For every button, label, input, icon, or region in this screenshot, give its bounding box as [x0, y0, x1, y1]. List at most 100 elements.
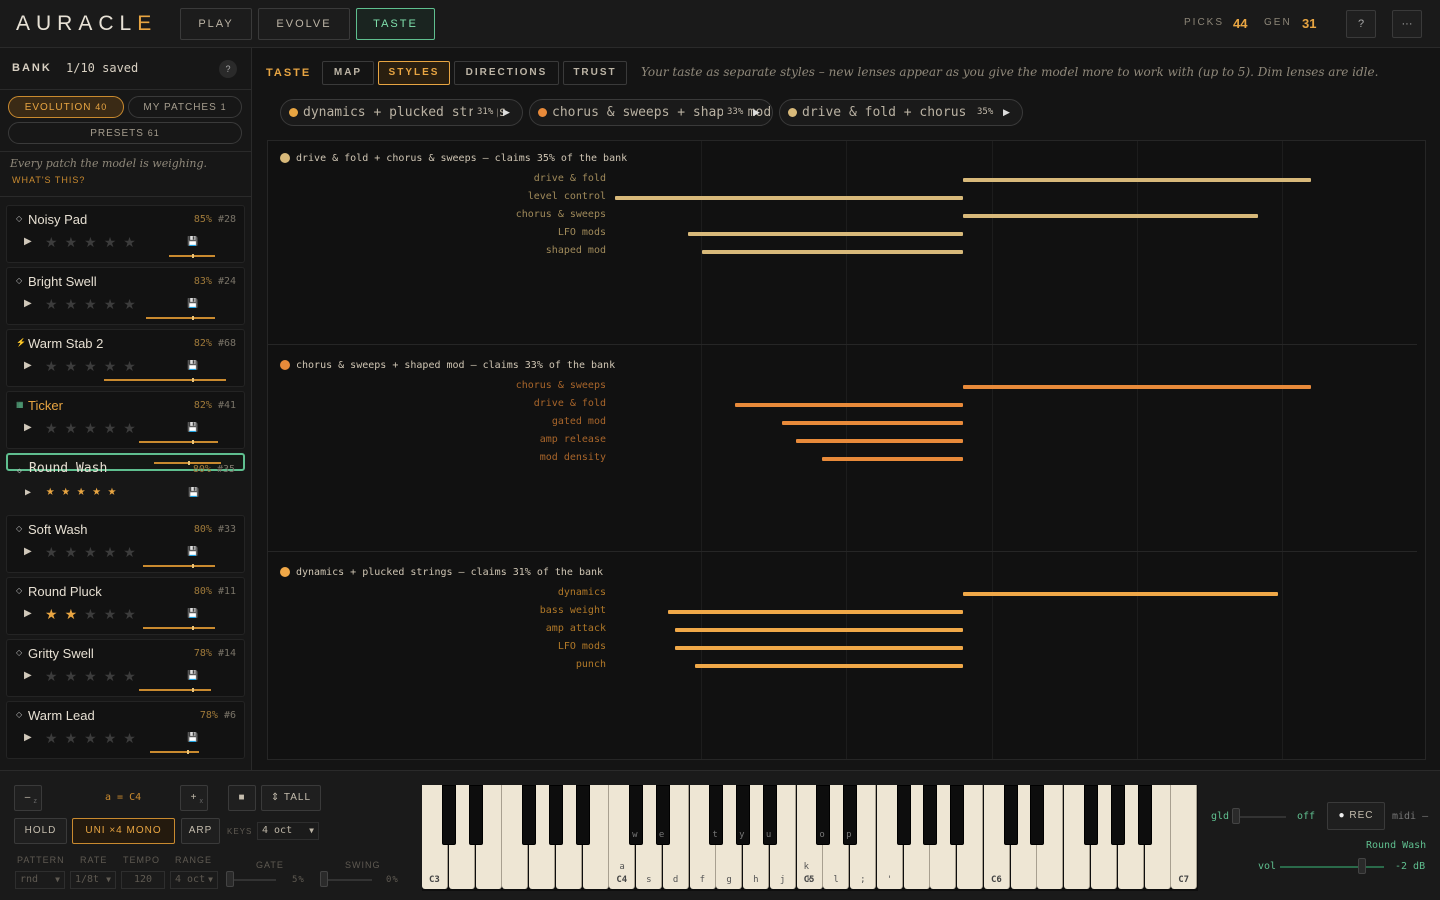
star-icon[interactable]: ★ [104, 730, 124, 746]
patch-card[interactable]: ◇ Warm Lead 78% #6 ▶ ★★★★★ 💾 [6, 701, 245, 759]
star-icon[interactable]: ★ [104, 606, 124, 622]
play-icon[interactable]: ▶ [24, 546, 32, 557]
star-icon[interactable]: ★ [92, 483, 107, 499]
star-icon[interactable]: ★ [84, 296, 104, 312]
bank-help-icon[interactable]: ? [219, 60, 237, 78]
black-key[interactable] [896, 785, 911, 845]
black-key[interactable] [950, 785, 965, 845]
rating-stars[interactable]: ★★★★★ [45, 606, 143, 623]
patch-card[interactable]: ◇ Soft Wash 80% #33 ▶ ★★★★★ 💾 [6, 515, 245, 573]
star-icon[interactable]: ★ [65, 668, 85, 684]
save-icon[interactable]: 💾 [187, 546, 198, 557]
range-select[interactable]: 4 oct ▼ [170, 871, 218, 889]
save-icon[interactable]: 💾 [188, 485, 199, 501]
star-icon[interactable]: ★ [45, 234, 65, 250]
black-key[interactable] [522, 785, 537, 845]
star-icon[interactable]: ★ [65, 420, 85, 436]
play-icon[interactable]: ▶ [24, 422, 32, 433]
volume-slider[interactable] [1280, 866, 1384, 868]
save-icon[interactable]: 💾 [187, 422, 198, 433]
save-icon[interactable]: 💾 [187, 608, 198, 619]
rate-select[interactable]: 1/8t ▼ [70, 871, 116, 889]
black-key[interactable] [1084, 785, 1098, 845]
star-icon[interactable]: ★ [104, 296, 124, 312]
star-icon[interactable]: ★ [84, 668, 104, 684]
glide-slider[interactable] [1236, 816, 1286, 818]
subtab-trust[interactable]: TRUST [563, 61, 627, 85]
star-icon[interactable]: ★ [123, 544, 143, 560]
star-icon[interactable]: ★ [45, 296, 65, 312]
rating-stars[interactable]: ★★★★★ [45, 358, 143, 375]
stop-button[interactable]: ■ [228, 785, 256, 811]
star-icon[interactable]: ★ [123, 730, 143, 746]
rating-stars[interactable]: ★★★★★ [46, 483, 123, 499]
arp-button[interactable]: ARP [181, 818, 220, 844]
star-icon[interactable]: ★ [108, 483, 123, 499]
patch-card[interactable]: ◇ Noisy Pad 85% #28 ▶ ★★★★★ 💾 [6, 205, 245, 263]
rating-stars[interactable]: ★★★★★ [45, 730, 143, 747]
black-key[interactable] [1003, 785, 1018, 845]
tab-play[interactable]: PLAY [180, 8, 252, 40]
star-icon[interactable]: ★ [61, 483, 76, 499]
black-key[interactable] [923, 785, 938, 845]
octave-down-button[interactable]: – z [14, 785, 42, 811]
gate-slider[interactable] [232, 879, 276, 881]
filter-presets[interactable]: PRESETS 61 [8, 122, 242, 144]
star-icon[interactable]: ★ [104, 544, 124, 560]
lens-chip-chorus[interactable]: chorus & sweeps + shaped mod 33% ▶ [529, 99, 773, 126]
more-button[interactable]: ··· [1392, 10, 1422, 38]
filter-my-patches[interactable]: MY PATCHES 1 [128, 96, 242, 118]
star-icon[interactable]: ★ [45, 544, 65, 560]
save-icon[interactable]: 💾 [187, 670, 198, 681]
help-button[interactable]: ? [1346, 10, 1376, 38]
star-icon[interactable]: ★ [45, 668, 65, 684]
star-icon[interactable]: ★ [77, 483, 92, 499]
black-key[interactable] [1137, 785, 1152, 845]
play-icon[interactable]: ▶ [24, 236, 32, 247]
star-icon[interactable]: ★ [84, 234, 104, 250]
patch-card[interactable]: ◇ Gritty Swell 78% #14 ▶ ★★★★★ 💾 [6, 639, 245, 697]
tab-evolve[interactable]: EVOLVE [258, 8, 350, 40]
swing-slider[interactable] [326, 879, 372, 881]
record-button[interactable]: ● REC [1327, 802, 1385, 830]
pattern-select[interactable]: rnd ▼ [15, 871, 65, 889]
voice-mode-button[interactable]: UNI ×4 MONO [72, 818, 175, 844]
star-icon[interactable]: ★ [104, 358, 124, 374]
volume-knob[interactable] [1358, 858, 1366, 874]
subtab-map[interactable]: MAP [322, 61, 374, 85]
tempo-field[interactable]: 120 [121, 871, 165, 889]
star-icon[interactable]: ★ [84, 606, 104, 622]
rating-stars[interactable]: ★★★★★ [45, 234, 143, 251]
gate-knob[interactable] [226, 871, 234, 887]
play-icon[interactable]: ▶ [24, 298, 32, 309]
rating-stars[interactable]: ★★★★★ [45, 420, 143, 437]
star-icon[interactable]: ★ [65, 296, 85, 312]
patch-card[interactable]: ◇ Round Wash 80% #35 ▶ ★★★★★ 💾 [6, 453, 245, 499]
keys-select[interactable]: 4 oct ▼ [257, 822, 319, 840]
play-icon[interactable]: ▶ [24, 608, 32, 619]
lens-chip-dynamics[interactable]: dynamics + plucked strings 31% ▶ [280, 99, 523, 126]
star-icon[interactable]: ★ [84, 730, 104, 746]
piano-keyboard[interactable]: C3 C4 C5 C6 C7 a s d f g h j k l; ' k w e t y u o p [422, 785, 1198, 891]
rating-stars[interactable]: ★★★★★ [45, 296, 143, 313]
glide-knob[interactable] [1232, 808, 1240, 824]
star-icon[interactable]: ★ [123, 234, 143, 250]
star-icon[interactable]: ★ [45, 420, 65, 436]
play-icon[interactable]: ▶ [24, 732, 32, 743]
save-icon[interactable]: 💾 [187, 298, 198, 309]
star-icon[interactable]: ★ [46, 483, 61, 499]
star-icon[interactable]: ★ [123, 296, 143, 312]
rating-stars[interactable]: ★★★★★ [45, 544, 143, 561]
star-icon[interactable]: ★ [123, 358, 143, 374]
filter-evolution[interactable]: EVOLUTION 40 [8, 96, 124, 118]
save-icon[interactable]: 💾 [187, 360, 198, 371]
star-icon[interactable]: ★ [104, 420, 124, 436]
black-key[interactable] [441, 785, 456, 845]
play-icon[interactable]: ▶ [24, 360, 32, 371]
patch-card[interactable]: ⚡ Warm Stab 2 82% #68 ▶ ★★★★★ 💾 [6, 329, 245, 387]
star-icon[interactable]: ★ [45, 606, 65, 622]
star-icon[interactable]: ★ [65, 730, 85, 746]
rating-stars[interactable]: ★★★★★ [45, 668, 143, 685]
star-icon[interactable]: ★ [65, 358, 85, 374]
black-key[interactable] [548, 785, 563, 845]
